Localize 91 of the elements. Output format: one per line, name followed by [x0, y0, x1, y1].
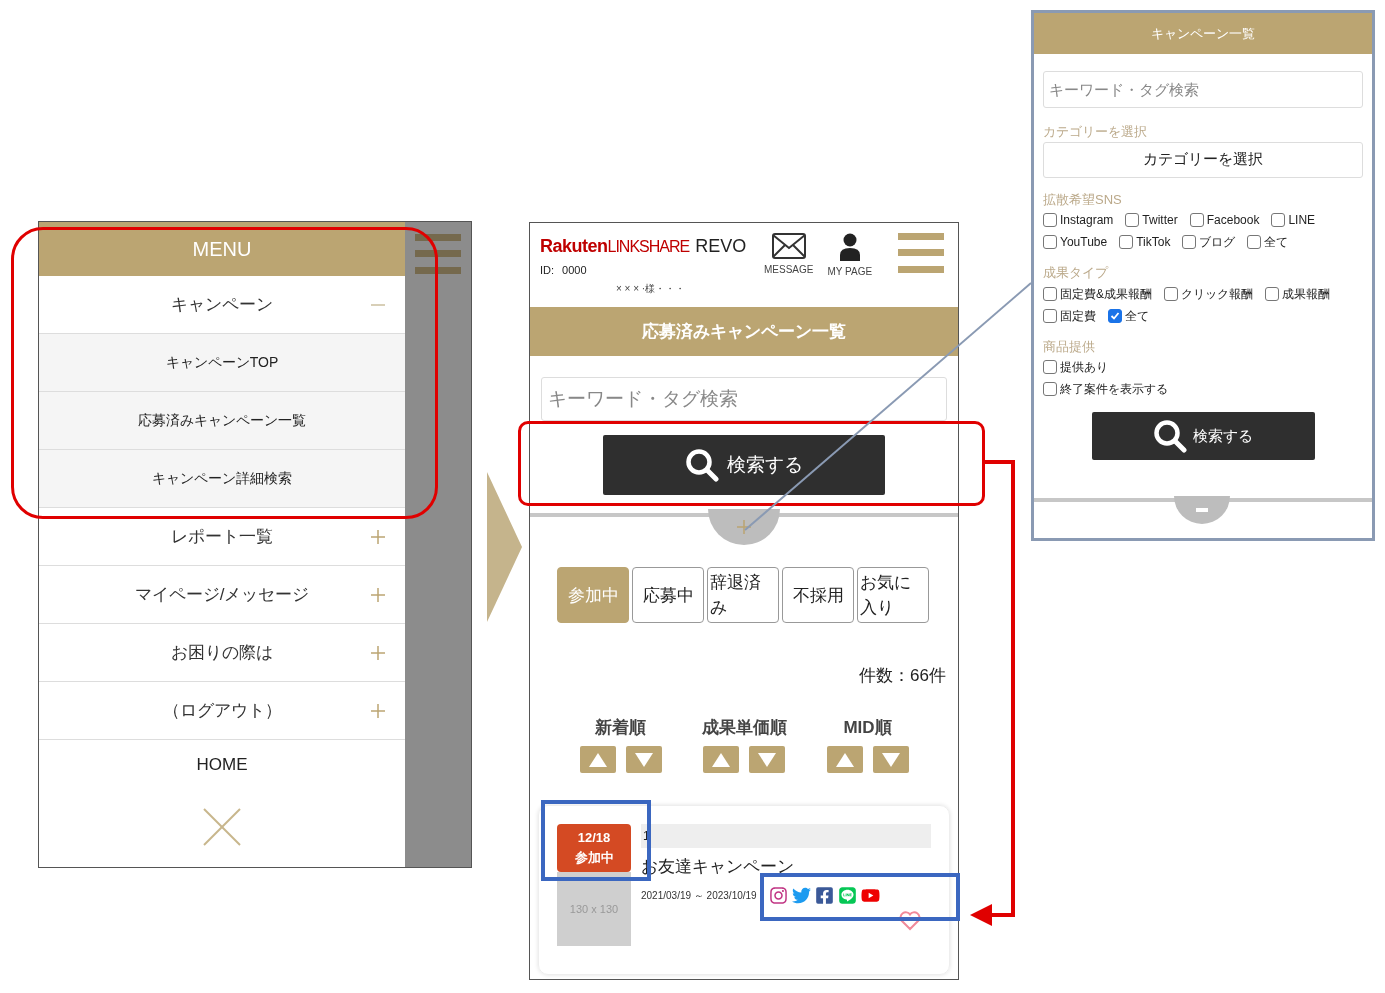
down-triangle-icon	[881, 752, 900, 767]
sort-descending-button[interactable]	[625, 746, 662, 773]
search-field[interactable]: キーワード・タグ検索	[541, 377, 947, 421]
checkbox-label: 終了案件を表示する	[1060, 381, 1168, 398]
checkbox-label: Twitter	[1142, 212, 1178, 229]
status-badge: 12/18 参加中	[557, 824, 631, 872]
checkbox-label: 提供あり	[1060, 359, 1108, 376]
brand-logo: RakutenLINKSHARE	[540, 235, 690, 258]
status-tab[interactable]: 応募中	[632, 567, 704, 623]
person-icon	[838, 233, 861, 261]
menu-icon[interactable]	[898, 233, 944, 273]
sort-ascending-button[interactable]	[579, 746, 616, 773]
status-tab[interactable]: お気に入り	[857, 567, 929, 623]
submenu-item[interactable]: 応募済みキャンペーン一覧	[39, 392, 405, 450]
checkbox[interactable]	[1043, 213, 1057, 227]
sort-ascending-button[interactable]	[826, 746, 863, 773]
field-label: 商品提供	[1043, 337, 1096, 356]
search-button[interactable]: 検索する	[1091, 412, 1315, 460]
search-icon	[685, 448, 719, 482]
checkbox[interactable]	[1265, 286, 1279, 301]
submenu-item[interactable]: キャンペーン詳細検索	[39, 450, 405, 508]
sort-descending-button[interactable]	[872, 746, 909, 773]
heart-icon[interactable]	[899, 910, 921, 931]
checkbox-label: Facebook	[1206, 212, 1260, 229]
checkbox[interactable]	[1043, 286, 1057, 301]
down-triangle-icon	[758, 752, 776, 767]
envelope-icon	[771, 233, 806, 259]
checkbox[interactable]	[1043, 308, 1057, 323]
checkbox-label: クリック報酬	[1181, 285, 1253, 303]
checkbox-label: 全て	[1125, 307, 1149, 325]
twitter-icon[interactable]	[791, 885, 811, 905]
checkbox[interactable]	[1125, 213, 1140, 227]
id-label: ID:	[540, 263, 555, 278]
status-tab[interactable]: 辞退済み	[707, 567, 779, 623]
checkbox[interactable]	[1119, 235, 1134, 249]
page-title: 応募済みキャンペーン一覧	[530, 307, 958, 356]
checkbox[interactable]	[1043, 382, 1057, 396]
collapse-toggle[interactable]	[1174, 496, 1230, 524]
header-link[interactable]: MY PAGE	[827, 233, 873, 307]
menu-title: MENU	[39, 222, 405, 276]
up-triangle-icon	[835, 752, 854, 767]
sort-label: 新着順	[595, 716, 646, 739]
status-tab[interactable]: 不採用	[782, 567, 854, 623]
result-count: 件数：66件	[859, 665, 946, 687]
checkbox-label: TikTok	[1136, 234, 1171, 251]
checkbox-label: 固定費	[1060, 307, 1096, 325]
checkbox-label: LINE	[1288, 212, 1316, 229]
keyword-field[interactable]: キーワード・タグ検索	[1043, 71, 1363, 108]
checkbox[interactable]	[1189, 213, 1204, 227]
sort-label: MID順	[843, 716, 892, 739]
facebook-icon[interactable]	[814, 885, 834, 905]
checkbox-label: 固定費&成果報酬	[1060, 285, 1152, 303]
page-title: キャンペーン一覧	[1034, 13, 1372, 54]
search-button[interactable]: 検索する	[603, 435, 885, 495]
minus-icon	[1196, 508, 1208, 512]
checkbox[interactable]	[1043, 235, 1057, 249]
checkbox-label: YouTube	[1060, 234, 1108, 251]
user-name: × × × ·様・・・	[616, 281, 687, 296]
field-label: 成果タイプ	[1043, 264, 1110, 282]
checkbox[interactable]	[1043, 360, 1057, 374]
plus-icon	[371, 646, 385, 660]
checkbox[interactable]	[1164, 286, 1178, 301]
checkbox-label: ブログ	[1199, 234, 1236, 251]
plus-icon	[371, 704, 385, 718]
up-triangle-icon	[588, 752, 607, 767]
checkbox[interactable]	[1182, 235, 1197, 249]
up-triangle-icon	[712, 752, 730, 767]
checkbox-label: Instagram	[1060, 212, 1114, 229]
product-name: REVO	[695, 235, 747, 258]
field-label: 拡散希望SNS	[1043, 190, 1123, 209]
home-link[interactable]: HOME	[39, 740, 405, 790]
category-select[interactable]: カテゴリーを選択	[1043, 141, 1363, 178]
submenu-item[interactable]: キャンペーンTOP	[39, 334, 405, 392]
checkbox-label: 成果報酬	[1282, 285, 1330, 303]
checkbox[interactable]	[1271, 213, 1286, 227]
sort-ascending-button[interactable]	[703, 746, 739, 773]
plus-icon	[371, 530, 385, 544]
field-label: カテゴリーを選択	[1043, 123, 1148, 141]
down-triangle-icon	[634, 752, 653, 767]
checkbox[interactable]	[1108, 308, 1122, 323]
sort-descending-button[interactable]	[749, 746, 785, 773]
checkbox-label: 全て	[1264, 234, 1289, 251]
header-link[interactable]: MESSAGE	[764, 233, 814, 307]
plus-icon	[371, 588, 385, 602]
checkbox[interactable]	[1247, 235, 1262, 249]
plus-icon	[737, 520, 751, 534]
search-icon	[1153, 419, 1187, 453]
campaign-period: 2021/03/19 ～ 2023/10/19	[641, 888, 757, 903]
id-value: 0000	[562, 263, 587, 278]
instagram-icon[interactable]	[768, 885, 788, 905]
sort-label: 成果単価順	[701, 716, 787, 739]
